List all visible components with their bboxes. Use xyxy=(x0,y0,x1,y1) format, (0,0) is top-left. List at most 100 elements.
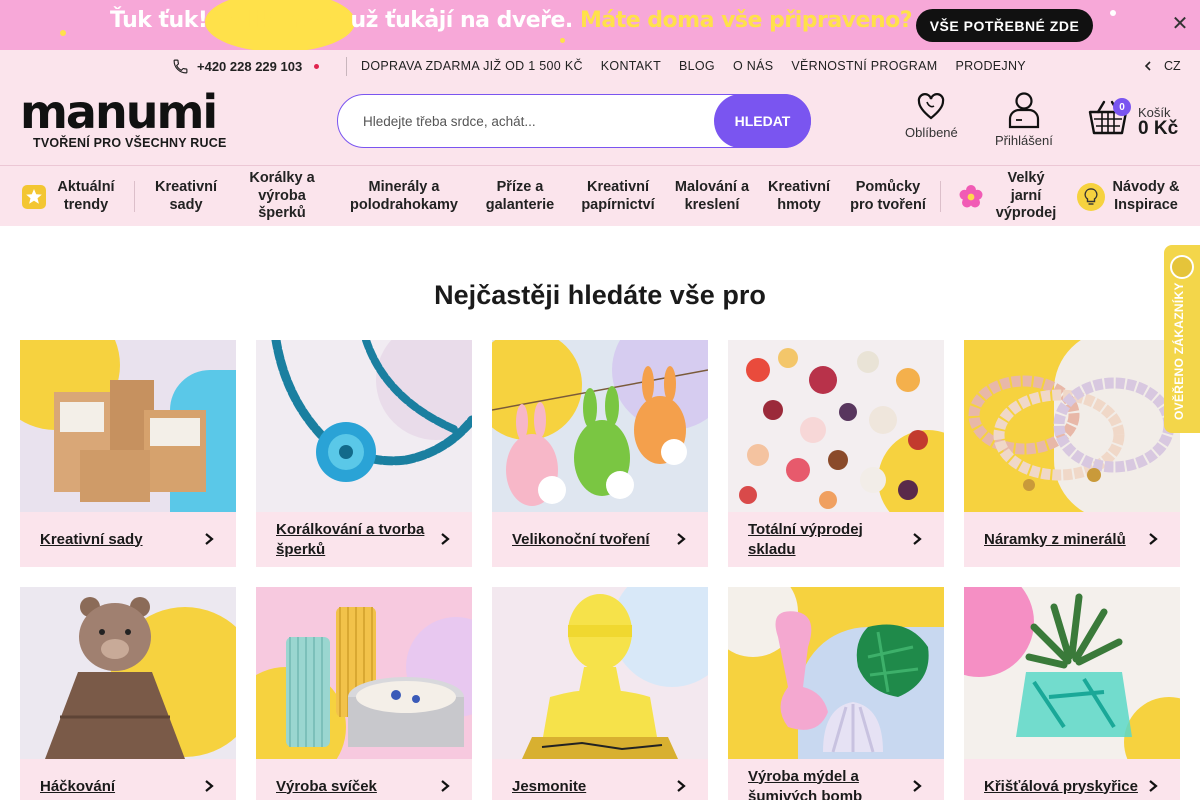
category-creative-kits[interactable]: Kreativní sady xyxy=(146,166,226,227)
card-label: Jesmonite xyxy=(512,777,587,795)
card-label: Velikonoční tvoření xyxy=(512,530,650,548)
chevron-right-icon xyxy=(441,780,450,792)
category-spring-sale[interactable]: Velký jarní výprodej xyxy=(956,166,1062,227)
promo-text: Ťuk ťuk! Velikonoce už ťukají na dveře. … xyxy=(110,8,912,33)
close-icon[interactable]: ✕ xyxy=(1170,14,1190,34)
category-label: Minerály a polodrahokamy xyxy=(350,179,458,213)
seal-icon xyxy=(1170,255,1194,279)
chevron-right-icon xyxy=(205,780,214,792)
promo-text-part: už ťukají na dveře. xyxy=(350,8,573,33)
category-card[interactable]: Výroba mýdel a šumivých bomb xyxy=(728,587,944,800)
chevron-right-icon xyxy=(913,533,922,545)
category-trends[interactable]: Aktuální trendy xyxy=(20,166,120,227)
verified-label: OVĚŘENO ZÁKAZNÍKY xyxy=(1172,282,1186,420)
favorites-label: Oblíbené xyxy=(905,125,958,140)
search-input[interactable] xyxy=(363,113,703,129)
card-image xyxy=(492,340,708,512)
promo-confetti xyxy=(1110,10,1116,16)
category-card[interactable]: Kreativní sady xyxy=(20,340,236,567)
site-header: +420 228 229 103 DOPRAVA ZDARMA JIŽ OD 1… xyxy=(0,50,1200,226)
link-stores[interactable]: PRODEJNY xyxy=(955,59,1025,73)
star-badge-icon xyxy=(22,184,46,209)
category-label: Návody & Inspirace xyxy=(1112,179,1180,213)
category-card[interactable]: Totální výprodej skladu xyxy=(728,340,944,567)
cart-button[interactable]: 0 Košík 0 Kč xyxy=(1088,98,1178,141)
category-card[interactable]: Velikonoční tvoření xyxy=(492,340,708,567)
card-image xyxy=(964,587,1180,759)
category-label: Pomůcky pro tvoření xyxy=(850,179,926,213)
category-beads-jewelry[interactable]: Korálky a výroba šperků xyxy=(238,166,326,227)
chevron-right-icon xyxy=(913,780,922,792)
promo-confetti xyxy=(60,30,66,36)
category-label: Aktuální trendy xyxy=(57,179,115,213)
top-bar: +420 228 229 103 DOPRAVA ZDARMA JIŽ OD 1… xyxy=(0,50,1200,83)
search-button[interactable]: HLEDAT xyxy=(714,94,811,148)
logo-wordmark: manumi xyxy=(20,85,218,139)
chevron-left-icon xyxy=(1144,61,1151,71)
chevron-right-icon xyxy=(677,780,686,792)
category-label: Příze a galanterie xyxy=(485,179,555,213)
category-label: Kreativní hmoty xyxy=(767,179,831,213)
login-button[interactable]: Přihlášení xyxy=(995,90,1053,148)
category-label: Velký jarní výprodej xyxy=(995,170,1057,222)
promo-text-part: Máte doma vše připraveno? xyxy=(579,8,913,33)
link-loyalty[interactable]: VĚRNOSTNÍ PROGRAM xyxy=(791,59,937,73)
card-label: Korálkování a tvorba šperků xyxy=(276,520,425,558)
promo-confetti xyxy=(560,38,565,43)
link-blog[interactable]: BLOG xyxy=(679,59,715,73)
card-image xyxy=(20,340,236,512)
verified-by-customers-badge[interactable]: OVĚŘENO ZÁKAZNÍKY xyxy=(1164,245,1200,433)
logo-tagline: TVOŘENÍ PRO VŠECHNY RUCE xyxy=(33,136,227,150)
user-icon xyxy=(1008,92,1040,129)
favorites-button[interactable]: Oblíbené xyxy=(905,92,958,140)
category-minerals[interactable]: Minerály a polodrahokamy xyxy=(342,166,466,227)
category-card[interactable]: Jesmonite xyxy=(492,587,708,800)
section-heading: Nejčastěji hledáte vše pro xyxy=(434,280,766,310)
card-image xyxy=(728,340,944,512)
card-image xyxy=(728,587,944,759)
card-label: Výroba svíček xyxy=(276,777,377,795)
top-links: DOPRAVA ZDARMA JIŽ OD 1 500 KČ KONTAKT B… xyxy=(361,59,1044,73)
chevron-right-icon xyxy=(1149,533,1158,545)
chevron-right-icon xyxy=(677,533,686,545)
link-contact[interactable]: KONTAKT xyxy=(601,59,661,73)
logo[interactable]: manumi TVOŘENÍ PRO VŠECHNY RUCE xyxy=(20,85,245,150)
language-selector[interactable]: CZ xyxy=(1144,59,1181,73)
chevron-right-icon xyxy=(441,533,450,545)
category-guides[interactable]: Návody & Inspirace xyxy=(1074,166,1184,227)
card-label: Kreativní sady xyxy=(40,530,143,548)
cart-count-badge: 0 xyxy=(1113,98,1131,116)
chevron-right-icon xyxy=(1149,780,1158,792)
category-creative-materials[interactable]: Kreativní hmoty xyxy=(762,166,836,227)
card-image xyxy=(256,340,472,512)
category-yarn[interactable]: Příze a galanterie xyxy=(478,166,562,227)
promo-cta-button[interactable]: VŠE POTŘEBNÉ ZDE xyxy=(916,9,1093,42)
card-image xyxy=(492,587,708,759)
link-free-shipping[interactable]: DOPRAVA ZDARMA JIŽ OD 1 500 KČ xyxy=(361,59,583,73)
card-image xyxy=(20,587,236,759)
card-image xyxy=(964,340,1180,512)
link-about[interactable]: O NÁS xyxy=(733,59,773,73)
category-card[interactable]: Korálkování a tvorba šperků xyxy=(256,340,472,567)
category-card[interactable]: Křišťálová pryskyřice xyxy=(964,587,1180,800)
category-nav: Aktuální trendy Kreativní sady Korálky a… xyxy=(0,165,1200,226)
promo-text-part: Ťuk ťuk! xyxy=(110,8,208,33)
category-tools[interactable]: Pomůcky pro tvoření xyxy=(846,166,930,227)
category-card[interactable]: Náramky z minerálů xyxy=(964,340,1180,567)
card-label: Totální výprodej skladu xyxy=(748,520,863,558)
phone-contact[interactable]: +420 228 229 103 xyxy=(172,58,320,75)
category-painting[interactable]: Malování a kreslení xyxy=(674,166,750,227)
divider xyxy=(346,57,347,76)
lightbulb-icon xyxy=(1077,182,1105,211)
search-bar: HLEDAT xyxy=(337,94,811,148)
phone-number: +420 228 229 103 xyxy=(197,59,303,74)
card-label: Výroba mýdel a šumivých bomb xyxy=(748,767,863,800)
category-stationery[interactable]: Kreativní papírnictví xyxy=(574,166,662,227)
flower-icon xyxy=(959,184,983,207)
chevron-right-icon xyxy=(205,533,214,545)
divider xyxy=(940,181,941,212)
category-card[interactable]: Háčkování xyxy=(20,587,236,800)
category-label: Kreativní sady xyxy=(154,179,218,213)
category-card[interactable]: Výroba svíček xyxy=(256,587,472,800)
card-label: Háčkování xyxy=(40,777,116,795)
